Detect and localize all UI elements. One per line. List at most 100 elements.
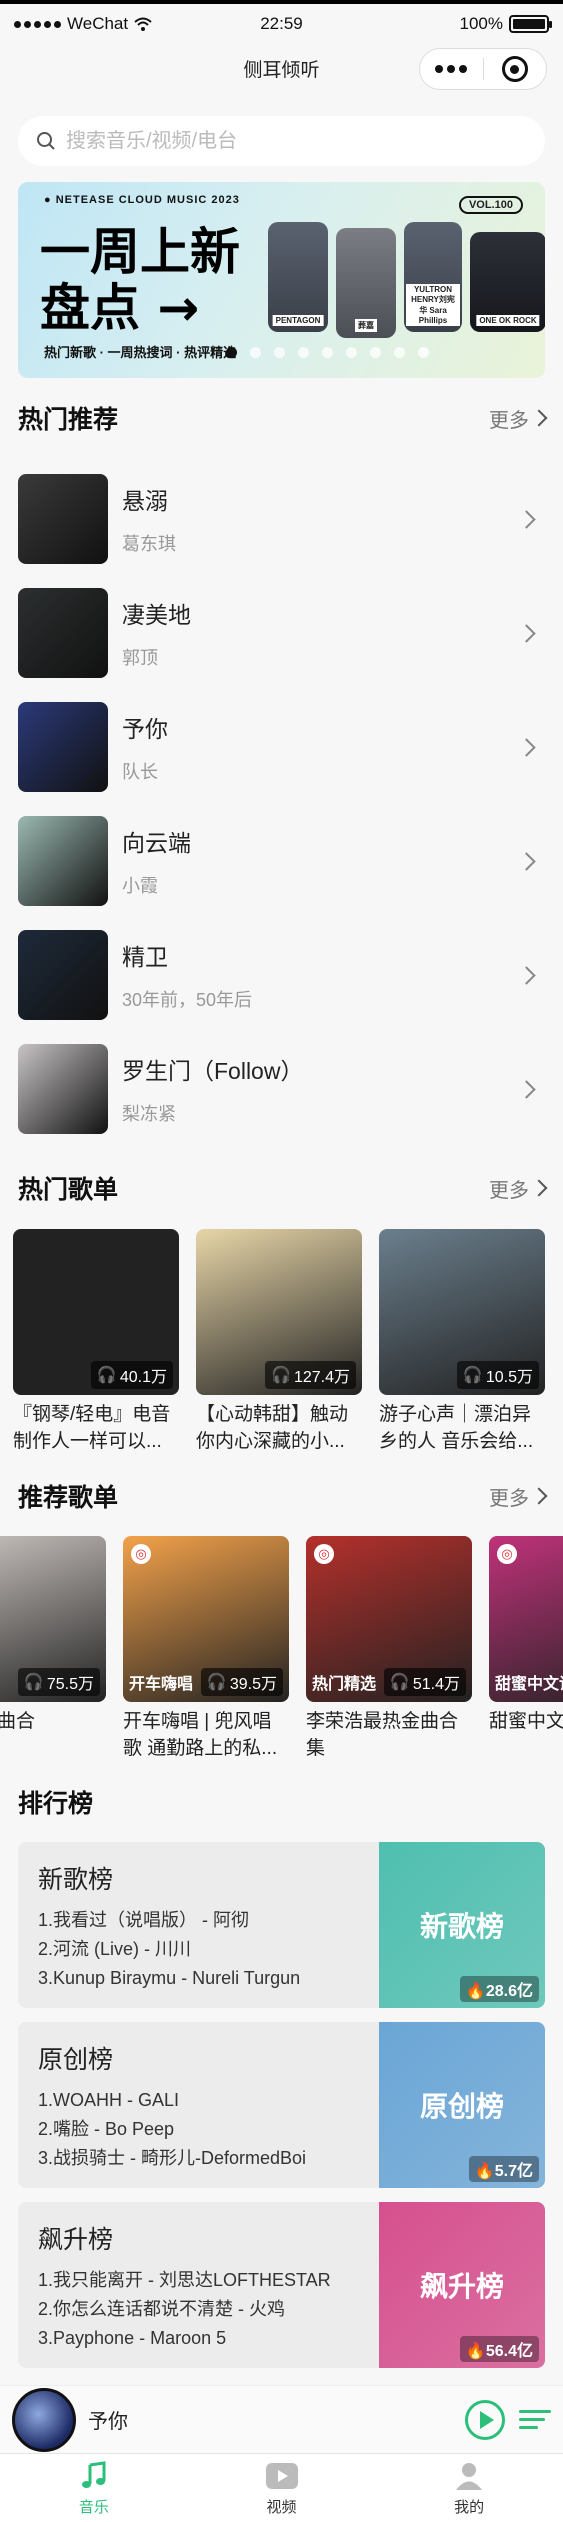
song-artist: 队长: [122, 762, 158, 782]
song-title: 凄美地: [122, 602, 191, 628]
ranking-entry: 3.战损骑士 - 畸形儿-DeformedBoi: [38, 2148, 307, 2168]
banner-artist-card: 葬嘉: [336, 228, 396, 338]
user-icon: [451, 2460, 487, 2492]
recommend-playlists-more-link[interactable]: 更多: [489, 1482, 548, 1511]
carousel-dot[interactable]: [394, 347, 405, 358]
song-title: 悬溺: [122, 488, 168, 514]
carousel-indicator[interactable]: [226, 347, 429, 358]
more-label: 更多: [489, 1487, 529, 1510]
tab-video[interactable]: 视频: [188, 2454, 376, 2522]
playlist-cover: ◎ 热门精选 🎧 51.4万: [306, 1536, 472, 1702]
hot-playlists-more-link[interactable]: 更多: [489, 1174, 548, 1203]
ranking-cover-label: 新歌榜: [419, 1911, 504, 1942]
hot-count-badge: 🔥28.6亿: [459, 1976, 539, 2002]
hot-playlists-row: 🎧 40.1万 『钢琴/轻电』电音制作人一样可以... 🎧 127.4万 【心动韩甜】触动…: [0, 1229, 563, 1459]
ranking-entry: 1.WOAHH - GALI: [38, 2090, 180, 2110]
song-row[interactable]: 向云端 小霞: [18, 804, 545, 918]
carousel-dot[interactable]: [346, 347, 357, 358]
play-count-badge: 🎧 10.5万: [456, 1361, 539, 1389]
playlist-card[interactable]: 🎧 10.5万 游子心声｜漂泊异乡的人 音乐会给...: [379, 1229, 545, 1455]
play-icon: [480, 2410, 494, 2429]
tab-music[interactable]: 音乐: [0, 2454, 188, 2522]
promo-banner[interactable]: ● NETEASE CLOUD MUSIC 2023 VOL.100 一周上新盘…: [18, 182, 545, 378]
ranking-title: 新歌榜: [38, 1866, 114, 1894]
search-input[interactable]: [66, 129, 527, 153]
song-cover: [18, 474, 108, 564]
song-cover: [18, 816, 108, 906]
song-row[interactable]: 凄美地 郭顶: [18, 576, 545, 690]
song-meta: 予你 队长: [122, 710, 520, 784]
ranking-entry: 3.Kunup Biraymu - Nureli Turgun: [38, 1968, 301, 1988]
chevron-right-icon: [517, 1079, 536, 1099]
navigation-bar: 侧耳倾听: [0, 44, 563, 92]
ranking-card[interactable]: 飙升榜 1.我只能离开 - 刘思达LOFTHESTAR 2.你怎么连话都说不清楚 -…: [18, 2202, 545, 2368]
banner-top-text: ● NETEASE CLOUD MUSIC 2023: [44, 194, 240, 206]
more-options-button[interactable]: [420, 65, 483, 73]
carrier-label: WeChat: [67, 14, 129, 33]
ranking-cover: 新歌榜 🔥28.6亿: [379, 1842, 545, 2008]
chevron-right-icon: [517, 737, 536, 757]
netease-logo-icon: ◎: [131, 1544, 151, 1564]
section-title: 热门推荐: [18, 406, 119, 434]
battery-percent: 100%: [459, 14, 503, 33]
search-bar[interactable]: [18, 116, 545, 166]
netease-logo-icon: ◎: [314, 1544, 334, 1564]
carousel-dot[interactable]: [418, 347, 429, 358]
song-artist: 郭顶: [122, 648, 158, 668]
page-title: 侧耳倾听: [243, 59, 320, 81]
song-row[interactable]: 精卫 30年前，50年后: [18, 918, 545, 1032]
song-meta: 罗生门（Follow） 梨冻紧: [122, 1052, 520, 1126]
carousel-dot[interactable]: [298, 347, 309, 358]
ranking-card[interactable]: 新歌榜 1.我看过（说唱版） - 阿彻 2.河流 (Live) - 川川 3.Kunu…: [18, 1842, 545, 2008]
play-count: 127.4万: [293, 1369, 350, 1386]
playlist-card[interactable]: 🎧 40.1万 『钢琴/轻电』电音制作人一样可以...: [13, 1229, 179, 1455]
recommend-playlists-row: ◎精选🎧75.5万最热金曲合◎开车嗨唱🎧39.5万开车嗨唱 | 兜风唱歌 通勤路…: [0, 1536, 563, 1766]
play-button[interactable]: [465, 2399, 505, 2440]
ranking-card[interactable]: 原创榜 1.WOAHH - GALI 2.嘴脸 - Bo Peep 3.战损骑士 - …: [18, 2022, 545, 2188]
hot-songs-more-link[interactable]: 更多: [489, 404, 548, 433]
song-row[interactable]: 悬溺 葛东琪: [18, 462, 545, 576]
playlist-card[interactable]: ◎ 甜蜜中文说唱甜蜜中文情甜蜜说: [489, 1536, 563, 1762]
tab-bar: 音乐 视频 我的: [0, 2453, 563, 2522]
ranking-entry: 3.Payphone - Maroon 5: [38, 2328, 227, 2348]
song-row[interactable]: 予你 队长: [18, 690, 545, 804]
ranking-entries: 1.我看过（说唱版） - 阿彻 2.河流 (Live) - 川川 3.Kunup B…: [38, 1906, 300, 1993]
status-bar: WeChat 22:59 100%: [0, 0, 563, 44]
playlist-cover: ◎ 甜蜜中文说唱: [489, 1536, 563, 1702]
tab-profile[interactable]: 我的: [375, 2454, 563, 2522]
mini-player[interactable]: 予你: [0, 2385, 563, 2453]
music-note-icon: [76, 2460, 112, 2492]
playlist-card[interactable]: ◎ 热门精选 🎧 51.4万李荣浩最热金曲合集: [306, 1536, 472, 1762]
playlist-name: 李荣浩最热金曲合集: [306, 1711, 459, 1759]
chevron-right-icon: [517, 851, 536, 871]
carousel-dot[interactable]: [370, 347, 381, 358]
playlist-name: 开车嗨唱 | 兜风唱歌 通勤路上的私...: [123, 1711, 278, 1759]
song-cover: [18, 930, 108, 1020]
playlist-tag: 开车嗨唱: [129, 1676, 194, 1693]
flame-icon: 🔥: [465, 1983, 486, 2000]
hot-count: 5.7亿: [494, 2163, 533, 2180]
chevron-right-icon: [530, 409, 548, 427]
song-row[interactable]: 罗生门（Follow） 梨冻紧: [18, 1032, 545, 1146]
hot-count: 28.6亿: [485, 1983, 533, 2000]
ranking-entry: 2.嘴脸 - Bo Peep: [38, 2119, 175, 2139]
now-playing-cover[interactable]: [12, 2387, 76, 2452]
playlist-card[interactable]: ◎ 开车嗨唱 🎧 39.5万 开车嗨唱 | 兜风唱歌 通勤路上的私...: [123, 1536, 289, 1762]
hot-count-badge: 🔥5.7亿: [468, 2156, 539, 2182]
search-icon: [37, 132, 55, 150]
carousel-dot[interactable]: [322, 347, 333, 358]
playlist-card[interactable]: 🎧 127.4万 【心动韩甜】触动你内心深藏的小...: [196, 1229, 362, 1455]
ranking-cover: 飙升榜 🔥56.4亿: [379, 2202, 545, 2368]
close-miniprogram-button[interactable]: [484, 56, 547, 82]
playlist-card[interactable]: ◎精选🎧75.5万最热金曲合: [0, 1536, 106, 1762]
now-playing-title: 予你: [88, 2411, 128, 2433]
carousel-dot[interactable]: [226, 347, 237, 358]
carousel-dot[interactable]: [274, 347, 285, 358]
playlist-queue-icon[interactable]: [519, 2410, 551, 2429]
carousel-dot[interactable]: [250, 347, 261, 358]
ranking-entry: 1.我只能离开 - 刘思达LOFTHESTAR: [38, 2270, 331, 2290]
hot-songs-list: 悬溺 葛东琪凄美地郭顶予你 队长向云端 小霞 精卫 30年前，50年后罗生门（Follow…: [18, 462, 545, 1146]
video-play-icon: [264, 2460, 300, 2492]
ranking-title: 飙升榜: [38, 2226, 114, 2254]
headphones-icon: 🎧: [23, 1674, 44, 1691]
